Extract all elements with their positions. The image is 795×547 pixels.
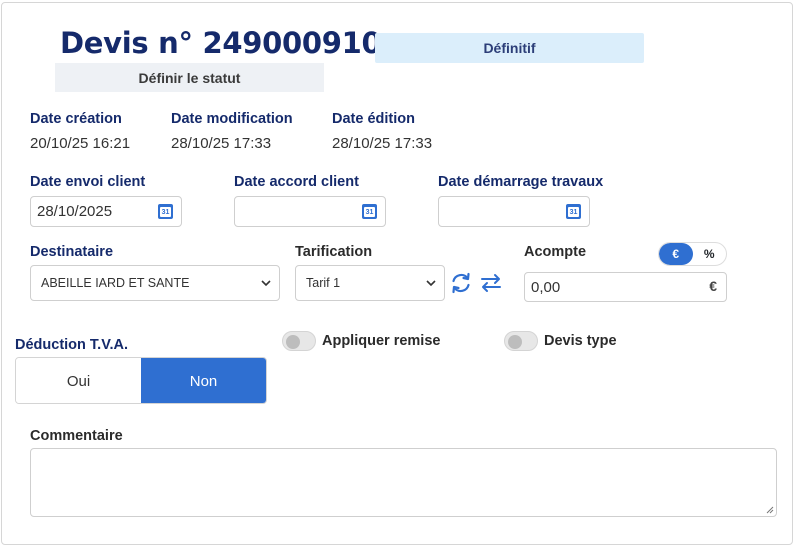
date-modification-label: Date modification <box>171 111 293 127</box>
acompte-input[interactable]: 0,00 € <box>524 272 727 302</box>
date-envoi-label: Date envoi client <box>30 174 146 190</box>
page-title: Devis n° 249000910 <box>60 26 382 60</box>
euro-icon: € <box>709 278 717 294</box>
date-creation-value: 20/10/25 16:21 <box>30 135 131 152</box>
date-demarrage-label: Date démarrage travaux <box>438 174 604 190</box>
date-accord-input[interactable]: 31 <box>234 196 386 227</box>
destinataire-select[interactable]: ABEILLE IARD ET SANTE <box>30 265 280 301</box>
devis-type-label: Devis type <box>544 333 617 349</box>
date-envoi-value: 28/10/2025 <box>37 203 113 220</box>
tva-non-button[interactable]: Non <box>141 358 266 403</box>
acompte-value: 0,00 <box>531 278 561 296</box>
set-status-button[interactable]: Définir le statut <box>55 63 324 92</box>
tarification-selected: Tarif 1 <box>306 276 341 290</box>
commentaire-textarea[interactable] <box>30 448 777 517</box>
tarification-label: Tarification <box>295 244 373 260</box>
destinataire-selected: ABEILLE IARD ET SANTE <box>41 276 190 290</box>
acompte-mode-toggle: € % <box>658 242 727 266</box>
date-accord-label: Date accord client <box>234 174 359 190</box>
date-edition-value: 28/10/25 17:33 <box>332 135 433 152</box>
tva-segmented-control: Oui Non <box>15 357 267 404</box>
destinataire-label: Destinataire <box>30 244 114 260</box>
acompte-label: Acompte <box>524 244 587 260</box>
chevron-down-icon <box>261 280 271 287</box>
calendar-icon[interactable]: 31 <box>158 204 173 219</box>
calendar-icon[interactable]: 31 <box>362 204 377 219</box>
tva-label: Déduction T.V.A. <box>15 337 129 353</box>
tarification-select[interactable]: Tarif 1 <box>295 265 445 301</box>
calendar-icon[interactable]: 31 <box>566 204 581 219</box>
chevron-down-icon <box>426 280 436 287</box>
acompte-mode-euro-button[interactable]: € <box>659 243 693 265</box>
swap-arrows-icon[interactable] <box>479 271 503 295</box>
date-envoi-input[interactable]: 28/10/2025 31 <box>30 196 182 227</box>
devis-type-toggle[interactable] <box>504 331 538 351</box>
date-edition-label: Date édition <box>332 111 415 127</box>
status-badge: Définitif <box>375 33 644 63</box>
resize-handle-icon[interactable] <box>766 506 774 514</box>
date-creation-label: Date création <box>30 111 122 127</box>
commentaire-label: Commentaire <box>30 428 123 444</box>
acompte-mode-percent-button[interactable]: % <box>693 243 727 265</box>
date-demarrage-input[interactable]: 31 <box>438 196 590 227</box>
appliquer-remise-toggle[interactable] <box>282 331 316 351</box>
tva-oui-button[interactable]: Oui <box>16 358 141 403</box>
refresh-icon[interactable] <box>449 271 473 295</box>
appliquer-remise-label: Appliquer remise <box>322 333 441 349</box>
date-modification-value: 28/10/25 17:33 <box>171 135 272 152</box>
